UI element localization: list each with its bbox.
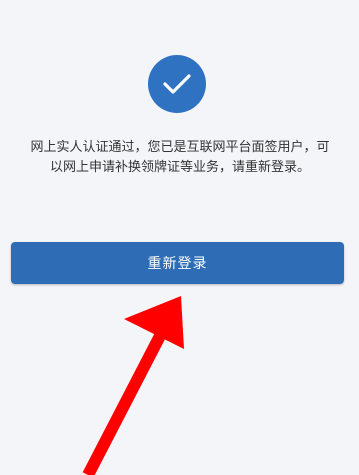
- verification-success-message: 网上实人认证通过，您已是互联网平台面签用户，可以网上申请补换领牌证等业务，请重新…: [30, 140, 330, 175]
- success-badge: [148, 55, 206, 113]
- relogin-button[interactable]: 重新登录: [11, 242, 344, 284]
- checkmark-icon: [163, 74, 191, 94]
